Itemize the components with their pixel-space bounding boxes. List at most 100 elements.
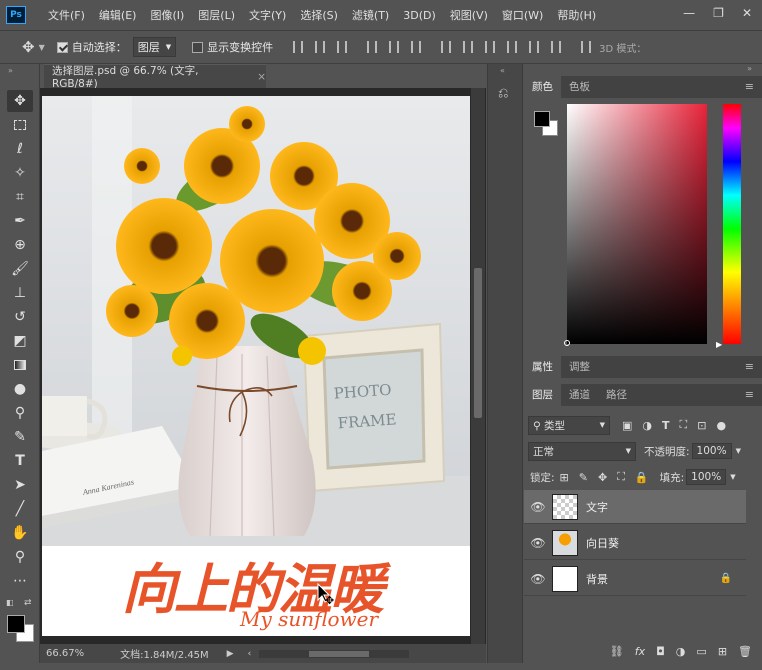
- tab-swatches[interactable]: 色板: [561, 76, 598, 98]
- swap-colors-icon[interactable]: ⇄: [24, 598, 32, 608]
- link-icon[interactable]: ⛓: [610, 645, 624, 658]
- filter-type-icon[interactable]: T: [662, 419, 670, 432]
- align-bottom-icon[interactable]: [337, 41, 348, 53]
- hue-slider-handle[interactable]: ▶: [716, 340, 722, 349]
- panel-menu-icon[interactable]: ≡: [745, 388, 754, 401]
- collapse-icon[interactable]: »: [8, 66, 13, 75]
- menu-3d[interactable]: 3D(D): [403, 9, 436, 22]
- color-saturation-field[interactable]: [567, 104, 707, 344]
- crop-tool-icon[interactable]: ⌗: [7, 186, 33, 208]
- group-icon[interactable]: ▭: [696, 645, 706, 658]
- filter-shape-icon[interactable]: ⛶: [680, 418, 688, 432]
- distribute-bottom-icon[interactable]: [485, 41, 496, 53]
- marquee-tool-icon[interactable]: [7, 114, 33, 136]
- auto-select-checkbox[interactable]: [56, 41, 68, 53]
- layer-filter-dropdown[interactable]: ⚲ 类型 ▼: [528, 415, 610, 435]
- pen-tool-icon[interactable]: ✎: [7, 426, 33, 448]
- status-menu-icon[interactable]: ▶: [227, 649, 234, 659]
- delete-icon[interactable]: 🗑: [738, 645, 752, 658]
- distribute-left-icon[interactable]: [507, 41, 518, 53]
- type-tool-icon[interactable]: T: [7, 450, 33, 472]
- collapse-icon[interactable]: »: [747, 64, 752, 73]
- menu-help[interactable]: 帮助(H): [557, 7, 596, 23]
- history-panel-icon[interactable]: ⎌: [498, 86, 508, 101]
- menu-view[interactable]: 视图(V): [450, 7, 488, 23]
- tab-color[interactable]: 颜色: [524, 76, 561, 98]
- distribute-hcenter-icon[interactable]: [529, 41, 540, 53]
- lock-transparent-icon[interactable]: ⊞: [560, 471, 569, 484]
- panel-menu-icon[interactable]: ≡: [745, 360, 754, 373]
- filter-pixel-icon[interactable]: ▣: [622, 419, 632, 432]
- lock-artboard-icon[interactable]: ⛶: [617, 470, 625, 484]
- scrollbar-thumb[interactable]: [474, 268, 482, 418]
- chevron-down-icon[interactable]: ▼: [39, 43, 45, 52]
- hue-slider[interactable]: [723, 104, 741, 344]
- lock-position-icon[interactable]: ✥: [598, 471, 607, 484]
- tab-channels[interactable]: 通道: [561, 384, 598, 406]
- auto-align-icon[interactable]: [581, 41, 592, 53]
- vertical-scrollbar[interactable]: [471, 88, 485, 644]
- blur-tool-icon[interactable]: ●: [7, 378, 33, 400]
- close-document-icon[interactable]: ×: [257, 71, 266, 83]
- menu-type[interactable]: 文字(Y): [249, 7, 286, 23]
- fill-input[interactable]: 100%: [686, 469, 727, 485]
- eraser-tool-icon[interactable]: ◩: [7, 330, 33, 352]
- gradient-tool-icon[interactable]: [7, 354, 33, 376]
- move-tool-icon[interactable]: ✥: [7, 90, 33, 112]
- lock-all-icon[interactable]: 🔒: [635, 471, 649, 484]
- align-left-icon[interactable]: [367, 41, 378, 53]
- history-brush-tool-icon[interactable]: ↺: [7, 306, 33, 328]
- menu-window[interactable]: 窗口(W): [502, 7, 543, 23]
- dodge-tool-icon[interactable]: ⚲: [7, 402, 33, 424]
- menu-select[interactable]: 选择(S): [300, 7, 338, 23]
- document-tab[interactable]: 选择图层.psd @ 66.7% (文字, RGB/8#) ×: [44, 64, 266, 90]
- eye-icon[interactable]: 👁: [524, 536, 552, 550]
- menu-filter[interactable]: 滤镜(T): [352, 7, 389, 23]
- line-tool-icon[interactable]: ╱: [7, 498, 33, 520]
- tab-layers[interactable]: 图层: [524, 384, 561, 406]
- align-right-icon[interactable]: [411, 41, 422, 53]
- adjustment-icon[interactable]: ◑: [676, 645, 686, 658]
- filter-smart-object-icon[interactable]: ⊡: [697, 419, 706, 432]
- align-hcenter-icon[interactable]: [389, 41, 400, 53]
- magic-wand-tool-icon[interactable]: ✧: [7, 162, 33, 184]
- foreground-color-chip[interactable]: [534, 111, 550, 127]
- move-tool-preset-icon[interactable]: ✥: [22, 38, 35, 56]
- tab-paths[interactable]: 路径: [598, 384, 635, 406]
- show-transform-checkbox[interactable]: [192, 41, 204, 53]
- clone-stamp-tool-icon[interactable]: ⊥: [7, 282, 33, 304]
- lock-icon[interactable]: 🔒: [720, 573, 732, 584]
- horizontal-scrollbar[interactable]: [259, 649, 410, 658]
- chevron-down-icon[interactable]: ▼: [736, 447, 741, 455]
- zoom-level[interactable]: 66.67%: [46, 648, 84, 659]
- align-vcenter-icon[interactable]: [315, 41, 326, 53]
- restore-button[interactable]: ❐: [713, 6, 724, 20]
- menu-edit[interactable]: 编辑(E): [99, 7, 137, 23]
- horizontal-scrollbar-thumb[interactable]: [309, 650, 370, 657]
- eyedropper-tool-icon[interactable]: ✒: [7, 210, 33, 232]
- zoom-tool-icon[interactable]: ⚲: [7, 546, 33, 568]
- chevron-down-icon[interactable]: ▼: [730, 473, 735, 481]
- layer-row-text[interactable]: 👁 文字: [524, 490, 746, 524]
- distribute-right-icon[interactable]: [551, 41, 562, 53]
- fx-icon[interactable]: fx: [635, 645, 645, 658]
- healing-brush-tool-icon[interactable]: ⊕: [7, 234, 33, 256]
- menu-image[interactable]: 图像(I): [150, 7, 184, 23]
- color-picker-handle[interactable]: [564, 340, 570, 346]
- align-top-icon[interactable]: [293, 41, 304, 53]
- auto-select-target-dropdown[interactable]: 图层 ▼: [132, 37, 177, 57]
- mask-icon[interactable]: ◘: [656, 645, 665, 658]
- more-tools-icon[interactable]: ⋯: [7, 570, 33, 592]
- distribute-vcenter-icon[interactable]: [463, 41, 474, 53]
- foreground-color-swatch[interactable]: [7, 615, 25, 633]
- menu-layer[interactable]: 图层(L): [198, 7, 235, 23]
- menu-file[interactable]: 文件(F): [48, 7, 85, 23]
- filter-adjustment-icon[interactable]: ◑: [642, 419, 652, 432]
- distribute-top-icon[interactable]: [441, 41, 452, 53]
- close-window-button[interactable]: ✕: [742, 6, 752, 20]
- default-colors-icon[interactable]: ◧: [6, 598, 14, 607]
- canvas[interactable]: Anna Kareninas PHOTO FRAME 向上的温暖 My sunf…: [42, 96, 470, 636]
- collapse-icon[interactable]: «: [500, 66, 505, 75]
- panel-menu-icon[interactable]: ≡: [745, 80, 754, 93]
- blend-mode-dropdown[interactable]: 正常 ▼: [528, 441, 636, 461]
